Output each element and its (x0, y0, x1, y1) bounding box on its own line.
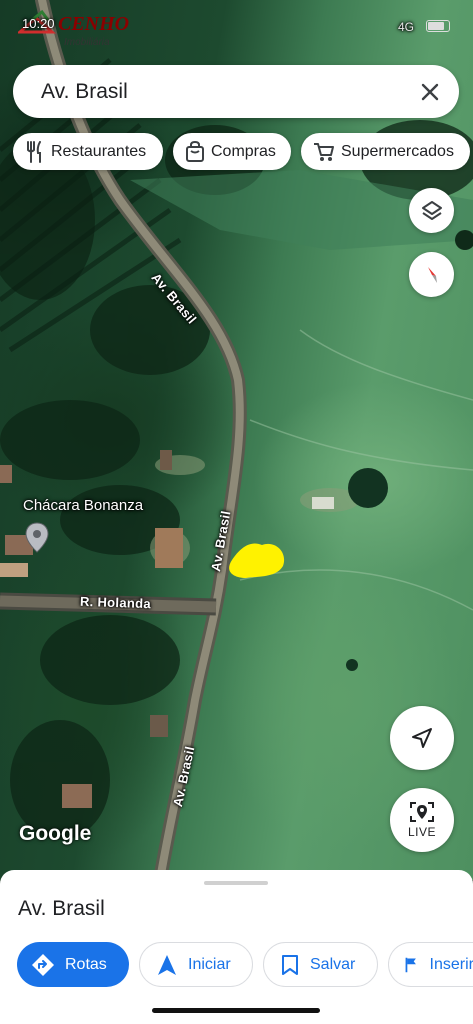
chip-restaurantes[interactable]: Restaurantes (13, 133, 163, 170)
action-label: Iniciar (188, 955, 231, 973)
chip-supermercados[interactable]: Supermercados (301, 133, 470, 170)
status-time: 10:20 (22, 16, 55, 31)
status-network: 4G (398, 20, 415, 34)
close-icon[interactable] (417, 79, 443, 105)
svg-text:CENHO: CENHO (58, 13, 129, 35)
action-label: Rotas (65, 955, 107, 973)
layers-icon (421, 200, 442, 220)
home-indicator[interactable] (152, 1008, 320, 1013)
compass-icon (427, 266, 437, 283)
action-label: Salvar (310, 955, 356, 973)
search-query[interactable]: Av. Brasil (41, 80, 417, 104)
chip-label: Supermercados (341, 142, 454, 160)
chip-compras[interactable]: Compras (173, 133, 291, 170)
flag-icon (405, 957, 416, 972)
layers-button[interactable] (409, 188, 454, 233)
svg-text:Imobiliária: Imobiliária (64, 37, 110, 48)
action-label: Inserir (429, 955, 473, 973)
place-bottom-sheet[interactable]: Av. Brasil Rotas Iniciar Salvar Inserir (0, 870, 473, 1024)
sheet-drag-handle[interactable] (204, 881, 268, 885)
start-button[interactable]: Iniciar (139, 942, 253, 987)
place-label-chacara-bonanza[interactable]: Chácara Bonanza (23, 497, 143, 514)
road-label-r-holanda: R. Holanda (79, 593, 152, 612)
navigation-arrow-icon (412, 728, 432, 748)
live-location-icon (410, 802, 434, 822)
bookmark-icon (282, 954, 298, 975)
cart-icon (314, 142, 334, 161)
google-attribution: Google (19, 822, 92, 845)
place-title: Av. Brasil (18, 897, 105, 920)
my-location-button[interactable] (390, 706, 454, 770)
live-view-button[interactable]: LIVE (390, 788, 454, 852)
fork-knife-icon (27, 140, 41, 163)
insert-button[interactable]: Inserir (388, 942, 473, 987)
navigation-icon (158, 954, 176, 975)
shopping-bag-icon (186, 140, 204, 162)
live-label: LIVE (407, 825, 436, 839)
search-bar[interactable]: Av. Brasil (13, 65, 459, 118)
compass-button[interactable] (409, 252, 454, 297)
chip-label: Restaurantes (51, 142, 147, 160)
directions-icon (32, 953, 54, 976)
battery-icon (426, 20, 450, 32)
chip-label: Compras (211, 142, 276, 160)
save-button[interactable]: Salvar (263, 942, 378, 987)
directions-button[interactable]: Rotas (17, 942, 129, 987)
